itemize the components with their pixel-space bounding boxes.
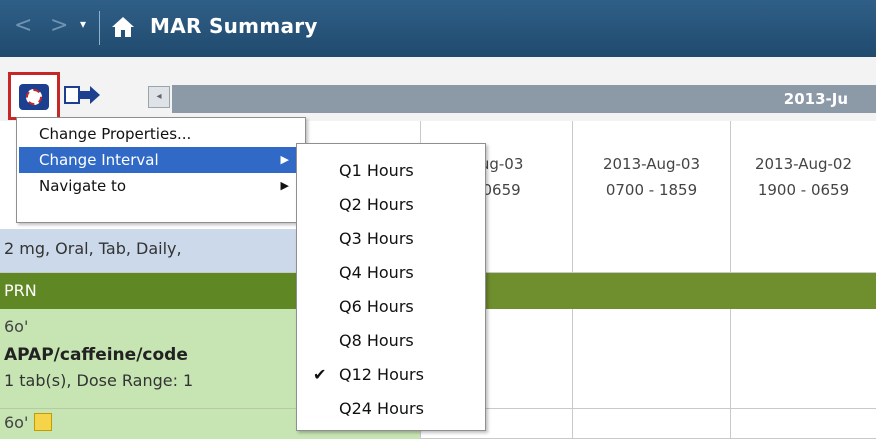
column-date: 2013-Aug-02 (754, 155, 853, 173)
interval-label: Q2 Hours (339, 195, 414, 214)
menu-item-change-interval[interactable]: Change Interval ▶ (19, 147, 303, 173)
submenu-arrow-icon: ▶ (280, 153, 289, 166)
checkmark-icon: ✔ (313, 365, 327, 384)
previous-period-button[interactable]: ◂ (148, 86, 170, 108)
grid-cell[interactable] (572, 229, 730, 273)
settings-icon (19, 84, 49, 110)
submenu-arrow-icon: ▶ (280, 179, 289, 192)
back-arrow-icon[interactable]: < (14, 14, 32, 38)
prn-label: PRN (4, 281, 37, 300)
medication-details: 2 mg, Oral, Tab, Daily, (4, 239, 182, 258)
title-separator (99, 11, 100, 45)
interval-label: Q3 Hours (339, 229, 414, 248)
interval-label: Q4 Hours (339, 263, 414, 282)
menu-item-change-properties[interactable]: Change Properties... (19, 121, 303, 147)
interval-option-q4[interactable]: Q4 Hours (299, 256, 483, 290)
page-title: MAR Summary (150, 14, 318, 38)
interval-option-q24[interactable]: Q24 Hours (299, 392, 483, 426)
medication-dose: 1 tab(s), Dose Range: 1 (4, 371, 194, 390)
menu-item-navigate-to[interactable]: Navigate to ▶ (19, 173, 303, 199)
interval-label: Q24 Hours (339, 399, 424, 418)
home-icon[interactable] (110, 14, 136, 40)
navigate-arrow-icon[interactable] (64, 82, 102, 108)
flag-icon (34, 413, 52, 431)
glasses-icon: 6o' (4, 317, 29, 336)
column-date: 2013-Aug-03 (602, 155, 701, 173)
interval-label: Q6 Hours (339, 297, 414, 316)
column-header[interactable]: 2013-Aug-02 1900 - 0659 (730, 121, 876, 229)
grid-cell[interactable] (730, 229, 876, 273)
interval-option-q1[interactable]: Q1 Hours (299, 154, 483, 188)
date-range-header: 2013-Ju (172, 85, 876, 113)
column-time: 1900 - 0659 (757, 181, 850, 199)
column-header[interactable]: 2013-Aug-03 0700 - 1859 (572, 121, 730, 229)
history-dropdown-icon[interactable]: ▾ (80, 17, 86, 31)
grid-cell[interactable] (572, 309, 730, 409)
interval-label: Q12 Hours (339, 365, 424, 384)
interval-option-q8[interactable]: Q8 Hours (299, 324, 483, 358)
grid-cell[interactable] (730, 309, 876, 409)
interval-option-q3[interactable]: Q3 Hours (299, 222, 483, 256)
medication-name: APAP/caffeine/code (4, 345, 188, 365)
interval-label: Q8 Hours (339, 331, 414, 350)
interval-option-q12[interactable]: ✔ Q12 Hours (299, 358, 483, 392)
menu-item-label: Navigate to (39, 177, 127, 195)
glasses-icon: 6o' (4, 413, 29, 432)
title-bar: < > ▾ MAR Summary (0, 0, 876, 57)
context-menu: Change Properties... Change Interval ▶ N… (16, 117, 306, 223)
menu-item-label: Change Interval (39, 151, 159, 169)
date-range-label: 2013-Ju (783, 90, 848, 108)
menu-item-label: Change Properties... (39, 125, 192, 143)
interval-option-q6[interactable]: Q6 Hours (299, 290, 483, 324)
forward-arrow-icon[interactable]: > (50, 14, 68, 38)
interval-option-q2[interactable]: Q2 Hours (299, 188, 483, 222)
interval-submenu: Q1 Hours Q2 Hours Q3 Hours Q4 Hours Q6 H… (296, 143, 486, 431)
interval-label: Q1 Hours (339, 161, 414, 180)
grid-cell[interactable] (730, 409, 876, 439)
column-time: 0700 - 1859 (605, 181, 698, 199)
properties-button[interactable] (8, 72, 60, 120)
grid-cell[interactable] (572, 409, 730, 439)
